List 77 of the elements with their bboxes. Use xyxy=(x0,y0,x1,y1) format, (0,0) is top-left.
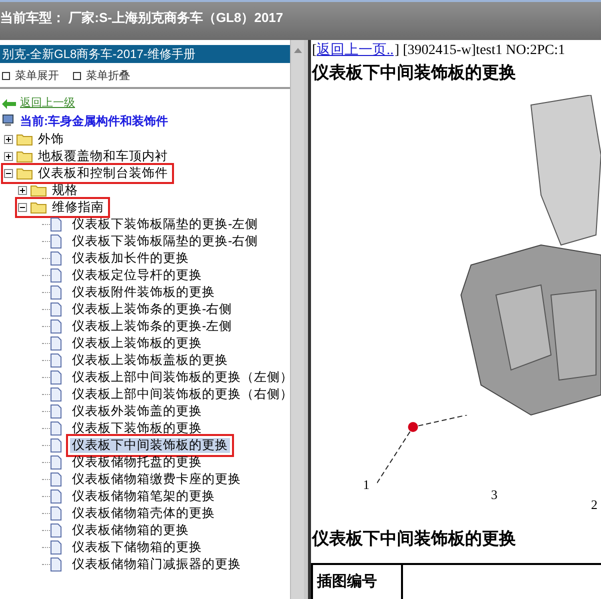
expand-icon[interactable] xyxy=(4,152,13,161)
document-icon xyxy=(50,285,62,300)
tree-item[interactable]: 仪表板上部中间装饰板的更换（右侧） xyxy=(70,387,290,402)
tree-item[interactable]: 仪表板储物箱缴费卡座的更换 xyxy=(70,472,243,487)
back-link[interactable]: 返回上一页.. xyxy=(316,40,394,61)
document-icon xyxy=(50,234,62,249)
document-icon xyxy=(50,506,62,521)
expand-icon[interactable] xyxy=(18,186,27,195)
toolbar-button[interactable]: 菜单折叠 xyxy=(86,68,130,84)
document-icon xyxy=(50,336,62,351)
tree-item[interactable]: 仪表板外装饰盖的更换 xyxy=(70,404,204,419)
document-icon xyxy=(50,370,62,385)
document-info: ] [3902415-w]test1 NO:2PC:1 xyxy=(394,42,565,60)
page-title: 仪表板下中间装饰板的更换 xyxy=(311,62,517,84)
document-icon xyxy=(50,455,62,470)
current-path: 当前:车身金属构件和装饰件 xyxy=(20,112,168,130)
tree-item[interactable]: 仪表板下装饰板隔垫的更换-左侧 xyxy=(70,217,260,232)
folder-icon xyxy=(30,201,47,214)
document-icon xyxy=(50,251,62,266)
toolbar-button[interactable]: 菜单展开 xyxy=(15,68,59,84)
sidebar-title: 别克-全新GL8商务车-2017-维修手册 xyxy=(0,45,290,63)
callout-number: 2 xyxy=(591,496,598,514)
tree-item[interactable]: 仪表板储物箱壳体的更换 xyxy=(70,506,217,521)
document-icon xyxy=(50,404,62,419)
document-icon xyxy=(50,438,62,453)
tree-item[interactable]: 仪表板上装饰板的更换 xyxy=(70,336,204,351)
collapse-icon[interactable] xyxy=(4,169,13,178)
document-icon xyxy=(50,489,62,504)
tree-item[interactable]: 仪表板储物箱笔架的更换 xyxy=(70,489,217,504)
document-icon xyxy=(50,557,62,572)
list-icon xyxy=(73,72,81,80)
computer-icon xyxy=(2,114,14,127)
window-title: 当前车型： 厂家:S-上海别克商务车（GL8）2017 xyxy=(0,10,284,25)
tree-item[interactable]: 仪表板下储物箱的更换 xyxy=(70,540,204,555)
document-icon xyxy=(50,302,62,317)
tree-item[interactable]: 仪表板附件装饰板的更换 xyxy=(70,285,217,300)
document-icon xyxy=(50,523,62,538)
tree-item[interactable]: 仪表板储物箱门减振器的更换 xyxy=(70,557,243,572)
tree-item[interactable]: 仪表板下装饰板隔垫的更换-右侧 xyxy=(70,234,260,249)
scrollbar[interactable] xyxy=(290,40,304,599)
document-icon xyxy=(50,540,62,555)
document-icon xyxy=(50,217,62,232)
tree-item[interactable]: 地板覆盖物和车顶内衬 xyxy=(38,149,168,164)
tree-item[interactable]: 仪表板上部中间装饰板的更换（左侧） xyxy=(70,370,290,385)
expand-icon[interactable] xyxy=(4,135,13,144)
document-icon xyxy=(50,421,62,436)
collapse-icon[interactable] xyxy=(18,203,27,212)
tree-item[interactable]: 仪表板加长件的更换 xyxy=(70,251,191,266)
folder-icon xyxy=(16,133,33,146)
section-title: 仪表板下中间装饰板的更换 xyxy=(311,528,517,550)
tree-item[interactable]: 仪表板下装饰板的更换 xyxy=(70,421,204,436)
document-icon xyxy=(50,268,62,283)
folder-icon xyxy=(16,150,33,163)
table-header-cell: 插图编号 xyxy=(313,565,403,599)
folder-icon xyxy=(16,167,33,180)
bracket-text: [ xyxy=(312,42,317,60)
tree-item[interactable]: 仪表板储物箱的更换 xyxy=(70,523,191,538)
document-icon xyxy=(50,387,62,402)
callout-number: 3 xyxy=(491,486,498,504)
document-icon xyxy=(50,353,62,368)
folder-icon xyxy=(30,184,47,197)
tree-item[interactable]: 外饰 xyxy=(38,132,64,147)
tree-item[interactable]: 仪表板储物托盘的更换 xyxy=(70,455,204,470)
list-icon xyxy=(2,72,10,80)
tree-item[interactable]: 仪表板定位导杆的更换 xyxy=(70,268,204,283)
tree-item[interactable]: 规格 xyxy=(52,183,78,198)
back-link[interactable]: 返回上一级 xyxy=(20,95,75,112)
tree-item[interactable]: 仪表板和控制台装饰件 xyxy=(38,166,168,181)
tree-item[interactable]: 维修指南 xyxy=(52,200,104,215)
document-icon xyxy=(50,472,62,487)
back-arrow-icon xyxy=(2,98,16,108)
tree-item[interactable]: 仪表板下中间装饰板的更换 xyxy=(70,438,230,453)
callout-number: 1 xyxy=(363,476,370,494)
tree-item[interactable]: 仪表板上装饰条的更换-左侧 xyxy=(70,319,234,334)
tree-item[interactable]: 仪表板上装饰板盖板的更换 xyxy=(70,353,230,368)
document-icon xyxy=(50,319,62,334)
tree-item[interactable]: 仪表板上装饰条的更换-右侧 xyxy=(70,302,234,317)
